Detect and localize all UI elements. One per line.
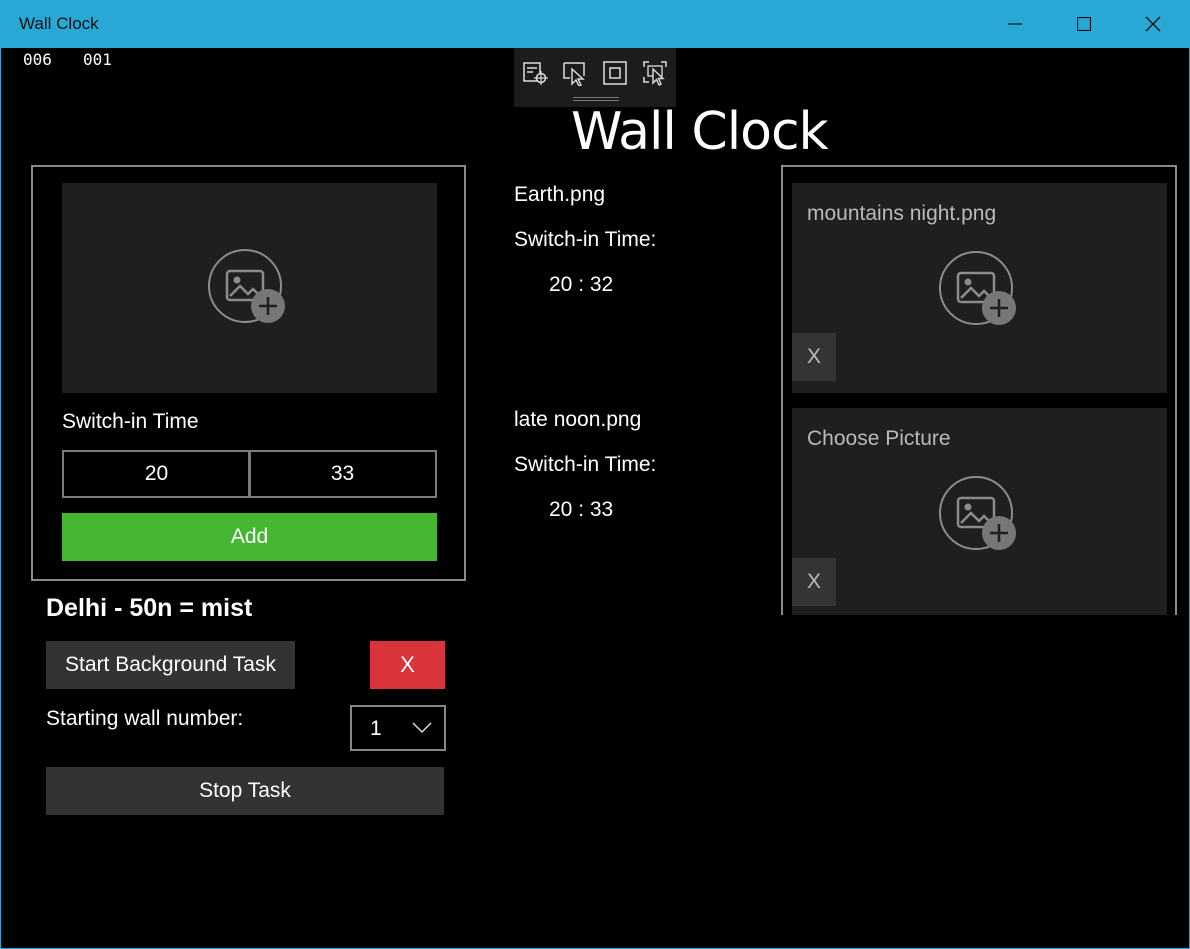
picture-card[interactable]: Choose Picture X	[792, 408, 1167, 615]
starting-wall-label: Starting wall number:	[46, 707, 244, 730]
app-heading: Wall Clock	[571, 102, 829, 162]
weather-status: Delhi - 50n = mist	[46, 594, 253, 622]
minute-picker[interactable]: 33	[248, 450, 437, 498]
chevron-down-icon	[412, 722, 432, 734]
schedule-time: 20 : 32	[549, 273, 614, 296]
toolbar-grip[interactable]	[573, 97, 619, 101]
close-icon	[1145, 16, 1161, 32]
schedule-switch-label: Switch-in Time:	[514, 453, 657, 476]
schedule-file-name: late noon.png	[514, 408, 642, 431]
track-focused-element-icon[interactable]	[602, 60, 628, 86]
starting-wall-value: 1	[370, 717, 382, 740]
maximize-icon	[1077, 17, 1091, 31]
add-button[interactable]: Add	[62, 513, 437, 561]
image-picker-tile[interactable]	[62, 183, 437, 393]
minimize-icon	[1008, 23, 1022, 25]
display-layout-adorners-icon[interactable]	[562, 60, 588, 87]
remove-task-button[interactable]: X	[370, 641, 445, 689]
close-button[interactable]	[1130, 0, 1176, 48]
schedule-time: 20 : 33	[549, 498, 614, 521]
stop-task-button[interactable]: Stop Task	[46, 767, 444, 815]
picture-card[interactable]: mountains night.png X	[792, 183, 1167, 393]
picture-name: Choose Picture	[807, 427, 951, 450]
add-image-icon	[939, 251, 1016, 325]
debug-toolbar	[514, 48, 676, 107]
add-image-icon	[939, 476, 1016, 550]
starting-wall-combobox[interactable]: 1	[350, 705, 446, 751]
picture-name: mountains night.png	[807, 202, 997, 225]
add-image-icon	[208, 249, 285, 323]
schedule-file-name: Earth.png	[514, 183, 606, 206]
remove-picture-button[interactable]: X	[792, 558, 836, 606]
frame-counter-2: 001	[83, 50, 112, 69]
maximize-button[interactable]	[1061, 0, 1107, 48]
show-selected-element-icon[interactable]	[642, 60, 668, 86]
switch-in-time-label: Switch-in Time	[62, 410, 199, 433]
schedule-switch-label: Switch-in Time:	[514, 228, 657, 251]
select-element-icon[interactable]	[522, 60, 548, 86]
window-title: Wall Clock	[19, 14, 99, 33]
hour-picker[interactable]: 20	[62, 450, 251, 498]
start-background-task-button[interactable]: Start Background Task	[46, 641, 295, 689]
title-bar: Wall Clock	[0, 0, 1190, 48]
frame-counter-1: 006	[23, 50, 52, 69]
remove-picture-button[interactable]: X	[792, 333, 836, 381]
minimize-button[interactable]	[992, 0, 1038, 48]
